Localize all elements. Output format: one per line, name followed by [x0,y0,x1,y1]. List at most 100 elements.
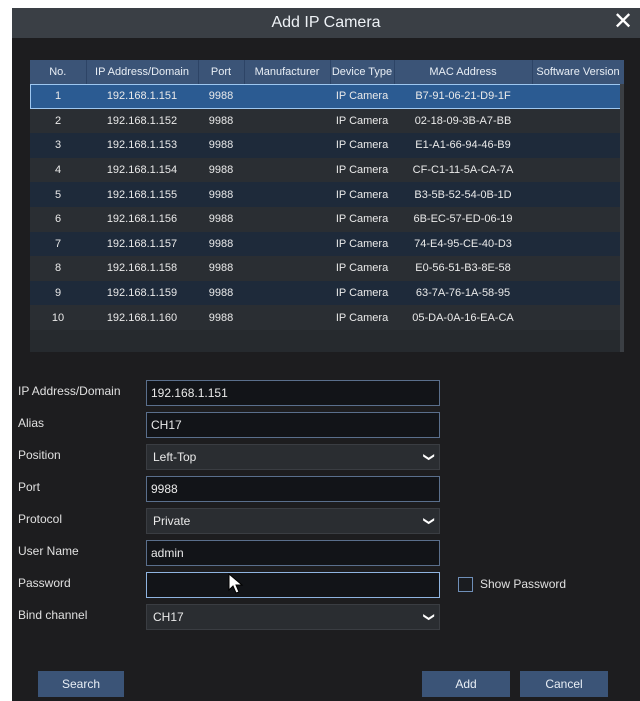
username-input[interactable]: admin [146,540,440,566]
table-cell: 192.168.1.152 [86,108,198,134]
table-cell [532,280,624,306]
table-row[interactable]: 6 192.168.1.156 9988 IP Camera 6B-EC-57-ED-0… [30,206,624,232]
table-cell [244,305,330,330]
table-cell: 192.168.1.159 [86,280,198,306]
table-cell: B3-5B-52-54-0B-1D [394,182,532,207]
table-cell: 5 [30,182,86,207]
table-row[interactable]: 9 192.168.1.159 9988 IP Camera 63-7A-76-1A-5… [30,280,624,306]
table-row[interactable]: 5 192.168.1.155 9988 IP Camera B3-5B-52-54-0… [30,182,624,207]
show-password-checkbox[interactable]: Show Password [458,577,567,593]
table-cell: IP Camera [330,133,394,158]
table-row[interactable]: 4 192.168.1.154 9988 IP Camera CF-C1-11-5A-C… [30,157,624,183]
table-cell: 192.168.1.151 [86,84,198,109]
ip-label: IP Address/Domain [18,384,121,398]
table-row[interactable]: 1 192.168.1.151 9988 IP Camera B7-91-06-21-D… [30,84,624,109]
position-select[interactable]: Left-Top ❮ [146,444,440,470]
table-cell: E0-56-51-B3-8E-58 [394,256,532,281]
ip-input[interactable]: 192.168.1.151 [146,380,440,406]
checkbox-icon[interactable] [458,577,473,593]
table-row[interactable]: 8 192.168.1.158 9988 IP Camera E0-56-51-B3-8… [30,256,624,281]
table-cell [532,133,624,158]
password-label: Password [18,576,71,590]
table-cell: 05-DA-0A-16-EA-CA [394,305,532,330]
table-cell [532,256,624,281]
table-cell: 9988 [198,133,244,158]
table-cell: IP Camera [330,157,394,183]
table-scrollbar[interactable] [620,84,624,352]
table-cell: 9988 [198,305,244,330]
table-row[interactable]: 10 192.168.1.160 9988 IP Camera 05-DA-0A-16-… [30,305,624,330]
table-cell: IP Camera [330,231,394,257]
table-cell [532,305,624,330]
bind-channel-select[interactable]: CH17 ❮ [146,604,440,630]
cancel-button[interactable]: Cancel [520,671,608,697]
table-cell [244,84,330,109]
show-password-label: Show Password [480,577,567,591]
form-row-ip: IP Address/Domain 192.168.1.151 [12,380,640,408]
title-bar: Add IP Camera ✕ [12,8,640,38]
table-cell [244,108,330,134]
table-cell: 02-18-09-3B-A7-BB [394,108,532,134]
form-row-bind-channel: Bind channel CH17 ❮ [12,604,640,632]
table-cell: 7 [30,231,86,257]
column-header-mac[interactable]: MAC Address [394,60,533,84]
port-input[interactable]: 9988 [146,476,440,502]
table-cell: E1-A1-66-94-46-B9 [394,133,532,158]
table-cell: 3 [30,133,86,158]
table-cell [244,231,330,257]
table-cell [532,108,624,134]
alias-input[interactable]: CH17 [146,412,440,438]
table-cell: 74-E4-95-CE-40-D3 [394,231,532,257]
mouse-pointer-icon [228,573,244,594]
table-cell [532,182,624,207]
table-cell: IP Camera [330,84,394,109]
table-cell: 9988 [198,231,244,257]
table-cell: IP Camera [330,108,394,134]
table-cell: IP Camera [330,206,394,232]
table-cell [244,182,330,207]
table-header-row: No. IP Address/Domain Port Manufacturer … [30,60,624,84]
form-row-port: Port 9988 [12,476,640,504]
table-cell: 6 [30,206,86,232]
table-cell: 2 [30,108,86,134]
column-header-manufacturer[interactable]: Manufacturer [244,60,331,84]
alias-label: Alias [18,416,45,430]
table-cell: 4 [30,157,86,183]
column-header-port[interactable]: Port [198,60,245,84]
column-header-device-type[interactable]: Device Type [330,60,395,84]
bind-channel-value: CH17 [153,610,184,624]
table-row[interactable]: 3 192.168.1.153 9988 IP Camera E1-A1-66-94-4… [30,133,624,158]
table-cell: 9988 [198,206,244,232]
protocol-select[interactable]: Private ❮ [146,508,440,534]
table-cell: 9988 [198,84,244,109]
add-ip-camera-dialog: Add IP Camera ✕ No. IP Address/Domain Po… [12,8,640,701]
table-cell: IP Camera [330,256,394,281]
column-header-software-version[interactable]: Software Version [532,60,624,84]
table-cell [532,231,624,257]
table-cell: 1 [30,84,86,109]
table-cell: CF-C1-11-5A-CA-7A [394,157,532,183]
search-button[interactable]: Search [38,671,124,697]
column-header-ip[interactable]: IP Address/Domain [86,60,199,84]
form-row-password: Password Show Password [12,572,640,600]
add-button[interactable]: Add [422,671,510,697]
form-row-protocol: Protocol Private ❮ [12,508,640,536]
table-cell [532,206,624,232]
table-row[interactable]: 2 192.168.1.152 9988 IP Camera 02-18-09-3B-A… [30,108,624,134]
table-cell: 9988 [198,280,244,306]
table-cell: IP Camera [330,182,394,207]
column-header-no[interactable]: No. [30,60,87,84]
form-row-alias: Alias CH17 [12,412,640,440]
table-cell: 192.168.1.160 [86,305,198,330]
device-table: No. IP Address/Domain Port Manufacturer … [30,60,624,330]
password-input[interactable] [146,572,440,598]
table-cell [244,133,330,158]
table-row[interactable]: 7 192.168.1.157 9988 IP Camera 74-E4-95-CE-4… [30,231,624,257]
table-cell: 192.168.1.153 [86,133,198,158]
table-cell: 192.168.1.154 [86,157,198,183]
close-icon[interactable]: ✕ [610,8,636,38]
device-list: No. IP Address/Domain Port Manufacturer … [30,60,624,352]
table-cell [244,157,330,183]
chevron-down-icon: ❮ [422,452,435,462]
chevron-down-icon: ❮ [422,516,435,526]
